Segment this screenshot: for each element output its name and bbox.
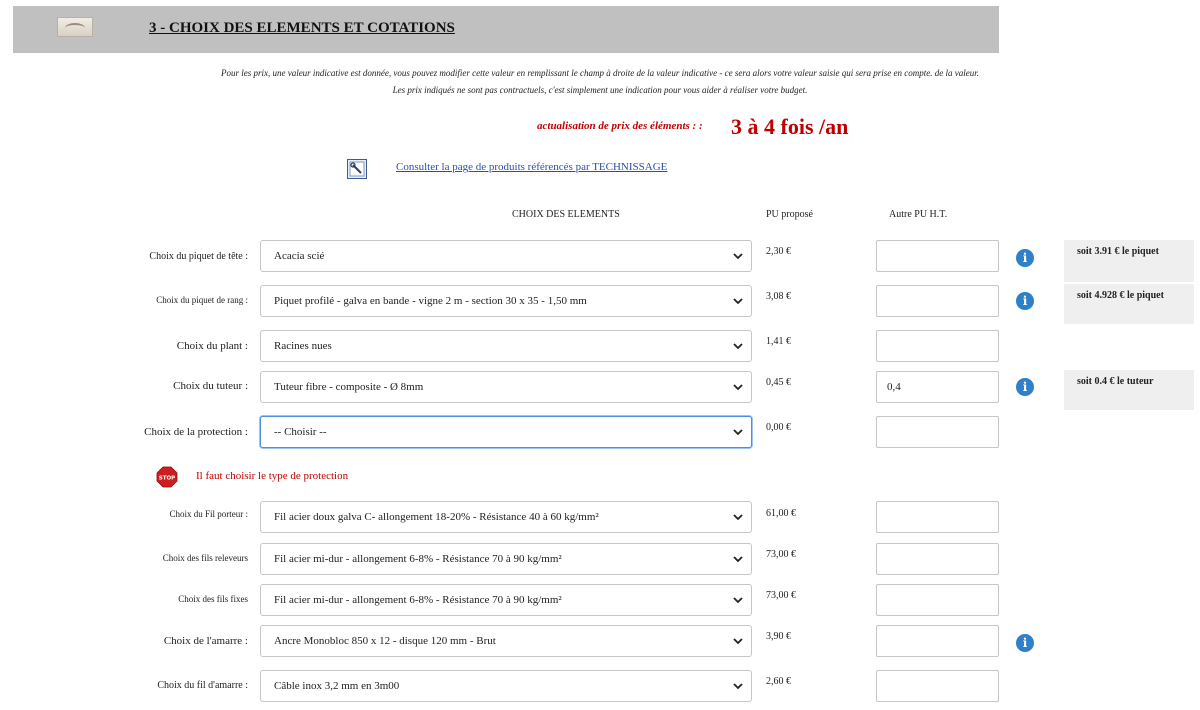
actualisation-value: 3 à 4 fois /an: [731, 114, 849, 139]
select-plant[interactable]: Racines nues: [260, 330, 752, 362]
input-pu-piquet-tete[interactable]: [876, 240, 999, 272]
label-protection: Choix de la protection :: [144, 426, 248, 438]
select-tuteur-value: Tuteur fibre - composite - Ø 8mm: [274, 381, 424, 393]
column-header-pu: PU proposé: [766, 209, 813, 220]
label-tuteur: Choix du tuteur :: [173, 380, 248, 392]
info-icon[interactable]: i: [1016, 634, 1034, 652]
price-plant: 1,41 €: [766, 336, 791, 347]
input-pu-plant[interactable]: [876, 330, 999, 362]
select-fil-porteur[interactable]: Fil acier doux galva C- allongement 18-2…: [260, 501, 752, 533]
section-title: 3 - CHOIX DES ELEMENTS ET COTATIONS: [149, 20, 455, 36]
label-amarre: Choix de l'amarre :: [163, 635, 248, 647]
select-fils-releveurs-value: Fil acier mi-dur - allongement 6-8% - Ré…: [274, 553, 562, 565]
chevron-down-icon: [733, 638, 743, 645]
select-amarre-value: Ancre Monobloc 850 x 12 - disque 120 mm …: [274, 635, 496, 647]
select-fils-fixes[interactable]: Fil acier mi-dur - allongement 6-8% - Ré…: [260, 584, 752, 616]
actualisation-label: actualisation de prix des éléments : :: [537, 120, 703, 132]
intro-line-1: Pour les prix, une valeur indicative est…: [220, 68, 980, 78]
price-amarre: 3,90 €: [766, 631, 791, 642]
intro-line-2: Les prix indiqués ne sont pas contractue…: [392, 85, 808, 95]
label-piquet-tete: Choix du piquet de tête :: [149, 251, 248, 262]
label-fils-releveurs: Choix des fils releveurs: [162, 553, 248, 563]
chevron-down-icon: [733, 298, 743, 305]
select-piquet-tete-value: Acacia scié: [274, 250, 325, 262]
consult-products-link[interactable]: Consulter la page de produits référencés…: [396, 161, 667, 173]
price-protection: 0,00 €: [766, 422, 791, 433]
price-tuteur: 0,45 €: [766, 377, 791, 388]
select-piquet-rang-value: Piquet profilé - galva en bande - vigne …: [274, 295, 587, 307]
input-pu-tuteur[interactable]: 0,4: [876, 371, 999, 403]
input-pu-fil-amarre[interactable]: [876, 670, 999, 702]
select-protection-value: -- Choisir --: [274, 426, 327, 438]
input-pu-amarre[interactable]: [876, 625, 999, 657]
chevron-down-icon: [733, 514, 743, 521]
select-piquet-tete[interactable]: Acacia scié: [260, 240, 752, 272]
chevron-down-icon: [733, 384, 743, 391]
chevron-down-icon: [733, 253, 743, 260]
calc-piquet-rang: soit 4.928 € le piquet: [1064, 284, 1194, 324]
label-plant: Choix du plant :: [176, 340, 248, 352]
select-tuteur[interactable]: Tuteur fibre - composite - Ø 8mm: [260, 371, 752, 403]
chevron-down-icon: [733, 343, 743, 350]
price-piquet-tete: 2,30 €: [766, 246, 791, 257]
logo-image: [57, 17, 93, 37]
select-fils-releveurs[interactable]: Fil acier mi-dur - allongement 6-8% - Ré…: [260, 543, 752, 575]
input-pu-piquet-rang[interactable]: [876, 285, 999, 317]
stop-icon-text: STOP: [159, 476, 175, 482]
label-fil-porteur: Choix du Fil porteur :: [169, 509, 249, 519]
price-piquet-rang: 3,08 €: [766, 291, 791, 302]
calc-piquet-tete: soit 3.91 € le piquet: [1064, 240, 1194, 282]
price-fils-fixes: 73,00 €: [766, 590, 796, 601]
input-pu-fil-porteur[interactable]: [876, 501, 999, 533]
info-icon[interactable]: i: [1016, 292, 1034, 310]
select-amarre[interactable]: Ancre Monobloc 850 x 12 - disque 120 mm …: [260, 625, 752, 657]
chevron-down-icon: [733, 429, 743, 436]
label-fils-fixes: Choix des fils fixes: [178, 594, 248, 604]
stop-icon: STOP: [156, 466, 178, 488]
select-plant-value: Racines nues: [274, 340, 332, 352]
price-fil-porteur: 61,00 €: [766, 508, 796, 519]
section-header: 3 - CHOIX DES ELEMENTS ET COTATIONS: [13, 6, 999, 53]
select-fil-porteur-value: Fil acier doux galva C- allongement 18-2…: [274, 511, 599, 523]
select-fil-amarre[interactable]: Câble inox 3,2 mm en 3m00: [260, 670, 752, 702]
label-piquet-rang: Choix du piquet de rang :: [156, 295, 248, 305]
wrench-icon[interactable]: [347, 159, 367, 179]
chevron-down-icon: [733, 556, 743, 563]
select-fils-fixes-value: Fil acier mi-dur - allongement 6-8% - Ré…: [274, 594, 562, 606]
input-pu-protection[interactable]: [876, 416, 999, 448]
calc-tuteur: soit 0.4 € le tuteur: [1064, 370, 1194, 410]
column-header-other-pu: Autre PU H.T.: [889, 209, 948, 220]
price-fils-releveurs: 73,00 €: [766, 549, 796, 560]
info-icon[interactable]: i: [1016, 378, 1034, 396]
input-pu-fils-fixes[interactable]: [876, 584, 999, 616]
info-icon[interactable]: i: [1016, 249, 1034, 267]
chevron-down-icon: [733, 597, 743, 604]
select-protection[interactable]: -- Choisir --: [260, 416, 752, 448]
protection-warning: Il faut choisir le type de protection: [196, 470, 349, 482]
input-pu-fils-releveurs[interactable]: [876, 543, 999, 575]
label-fil-amarre: Choix du fil d'amarre :: [157, 680, 248, 691]
price-fil-amarre: 2,60 €: [766, 676, 791, 687]
column-header-choice: CHOIX DES ELEMENTS: [512, 209, 620, 220]
chevron-down-icon: [733, 683, 743, 690]
select-piquet-rang[interactable]: Piquet profilé - galva en bande - vigne …: [260, 285, 752, 317]
select-fil-amarre-value: Câble inox 3,2 mm en 3m00: [274, 680, 400, 692]
